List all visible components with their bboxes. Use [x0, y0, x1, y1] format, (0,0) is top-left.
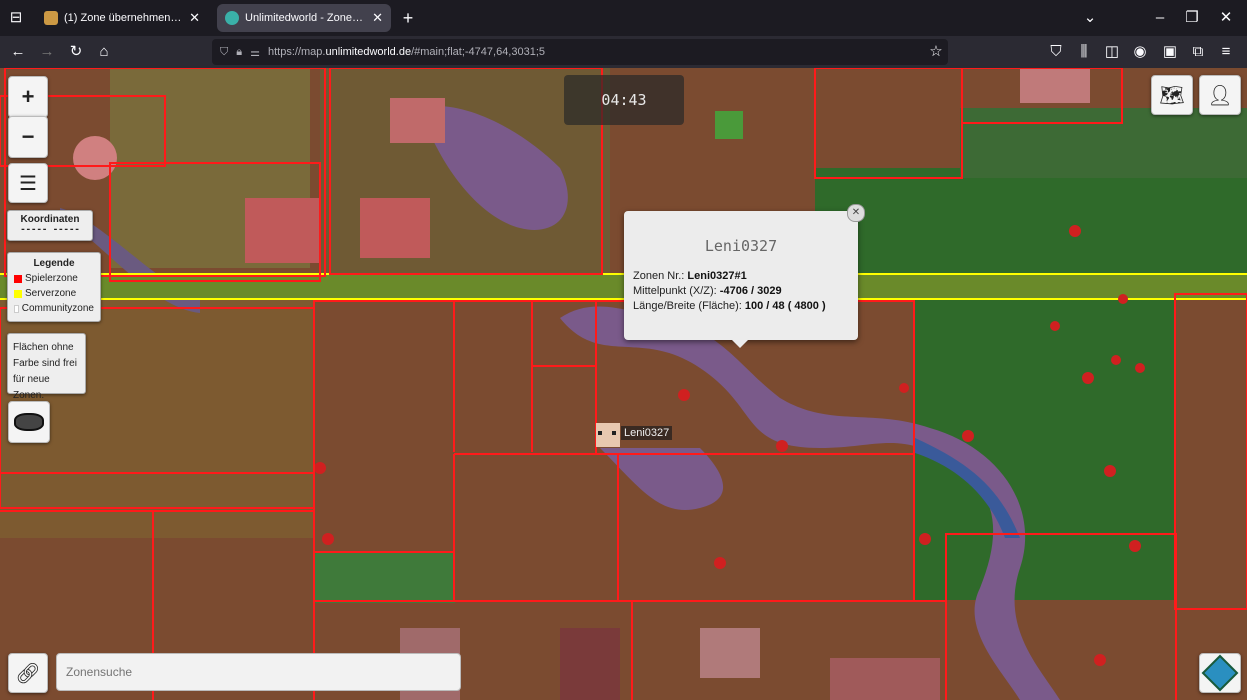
link-button[interactable]: 🔗︎	[8, 653, 48, 693]
tab-zone-uebernehmen[interactable]: (1) Zone übernehmen | Unlimited ✕	[36, 4, 208, 32]
home-icon[interactable]: ⌂	[94, 42, 114, 62]
link-icon: 🔗︎	[15, 662, 41, 685]
coordinates-value: ----- -----	[20, 225, 80, 235]
map-favicon-icon	[225, 11, 239, 25]
restore-icon[interactable]: ❐	[1182, 8, 1202, 28]
legend-item-spielerzone: Spielerzone	[14, 271, 94, 286]
url-bar[interactable]: ⛉ 🔒︎ ⚌ https://map.unlimitedworld.de/#ma…	[212, 39, 948, 65]
sidebar-icon[interactable]: ◫	[1102, 42, 1122, 62]
popup-tip	[732, 340, 748, 348]
pocket-icon[interactable]: ⛉	[1046, 42, 1066, 62]
library-icon[interactable]: ⫼	[1074, 42, 1094, 62]
window-close-icon[interactable]: ✕	[1216, 8, 1236, 28]
forum-favicon-icon	[44, 11, 58, 25]
compass-icon	[14, 413, 44, 431]
lock-icon[interactable]: 🔒︎	[236, 46, 242, 59]
browser-nav-bar: ← → ↻ ⌂ ⛉ 🔒︎ ⚌ https://map.unlimitedworl…	[0, 36, 1247, 68]
ingame-clock: 04:43	[564, 75, 684, 125]
url-text: https://map.unlimitedworld.de/#main;flat…	[267, 46, 546, 58]
compass-button[interactable]	[8, 401, 50, 443]
browser-tab-bar: ⊟ (1) Zone übernehmen | Unlimited ✕ Unli…	[0, 0, 1247, 36]
size-row: Länge/Breite (Fläche): 100 / 48 ( 4800 )	[633, 300, 826, 312]
forward-icon[interactable]: →	[37, 42, 57, 62]
extensions-puzzle-icon[interactable]: ⧉	[1188, 42, 1208, 62]
bookmark-star-icon[interactable]: ☆	[926, 42, 946, 62]
legend-title: Legende	[33, 258, 75, 269]
map-view-button[interactable]: 🗺︎	[1151, 75, 1193, 115]
extension-icon[interactable]: ▣	[1160, 42, 1180, 62]
legend-item-serverzone: Serverzone	[14, 286, 94, 301]
zoom-in-button[interactable]: +	[8, 76, 48, 118]
legend-item-communityzone: Communityzone	[14, 301, 94, 316]
close-icon[interactable]: ✕	[847, 204, 865, 222]
players-button[interactable]: 👤︎	[1199, 75, 1241, 115]
permissions-icon[interactable]: ⚌	[250, 46, 260, 59]
chevron-down-icon[interactable]: ⌄	[1080, 8, 1100, 28]
map-icon: 🗺︎	[1159, 84, 1185, 107]
tab-list-icon[interactable]: ⊟	[6, 8, 26, 28]
reload-icon[interactable]: ↻	[66, 42, 86, 62]
new-tab-icon[interactable]: +	[398, 8, 418, 28]
legend-panel: Legende Spielerzone Serverzone Community…	[7, 252, 101, 322]
tab-title: (1) Zone übernehmen | Unlimited	[64, 12, 183, 24]
minimize-icon[interactable]: –	[1150, 8, 1170, 28]
map-terrain	[0, 68, 1247, 700]
layers-button[interactable]: ☰	[8, 163, 48, 203]
zone-info-popup: ✕ Leni0327 Zonen Nr.: Leni0327#1 Mittelp…	[624, 204, 865, 348]
zone-number-row: Zonen Nr.: Leni0327#1	[633, 270, 747, 282]
center-row: Mittelpunkt (X/Z): -4706 / 3029	[633, 285, 782, 297]
cube-button[interactable]	[1199, 653, 1241, 693]
zoom-out-button[interactable]: −	[8, 116, 48, 158]
zone-map[interactable]: + − ☰ Koordinaten ----- ----- Legende Sp…	[0, 68, 1247, 700]
player-marker-label[interactable]: Leni0327	[621, 426, 673, 440]
account-icon[interactable]: ◉	[1130, 42, 1150, 62]
yellow-swatch-icon	[14, 289, 22, 298]
coordinates-title: Koordinaten	[20, 214, 80, 225]
white-swatch-icon	[14, 304, 19, 313]
back-icon[interactable]: ←	[8, 42, 28, 62]
free-area-note: Flächen ohne Farbe sind frei für neue Zo…	[7, 333, 86, 401]
close-tab-icon[interactable]: ✕	[372, 10, 383, 26]
red-swatch-icon	[14, 274, 22, 283]
shield-icon[interactable]: ⛉	[220, 46, 228, 59]
zone-search-input[interactable]	[56, 653, 461, 691]
layers-icon: ☰	[19, 172, 37, 195]
tab-title: Unlimitedworld - Zonenkarte	[245, 12, 366, 24]
coordinates-panel: Koordinaten ----- -----	[7, 210, 93, 241]
menu-icon[interactable]: ≡	[1216, 42, 1236, 62]
user-icon: 👤︎	[1207, 84, 1233, 107]
tab-zonenkarte[interactable]: Unlimitedworld - Zonenkarte ✕	[217, 4, 391, 32]
cube-icon	[1201, 654, 1239, 692]
close-tab-icon[interactable]: ✕	[189, 10, 200, 26]
popup-title: Leni0327	[704, 237, 778, 255]
